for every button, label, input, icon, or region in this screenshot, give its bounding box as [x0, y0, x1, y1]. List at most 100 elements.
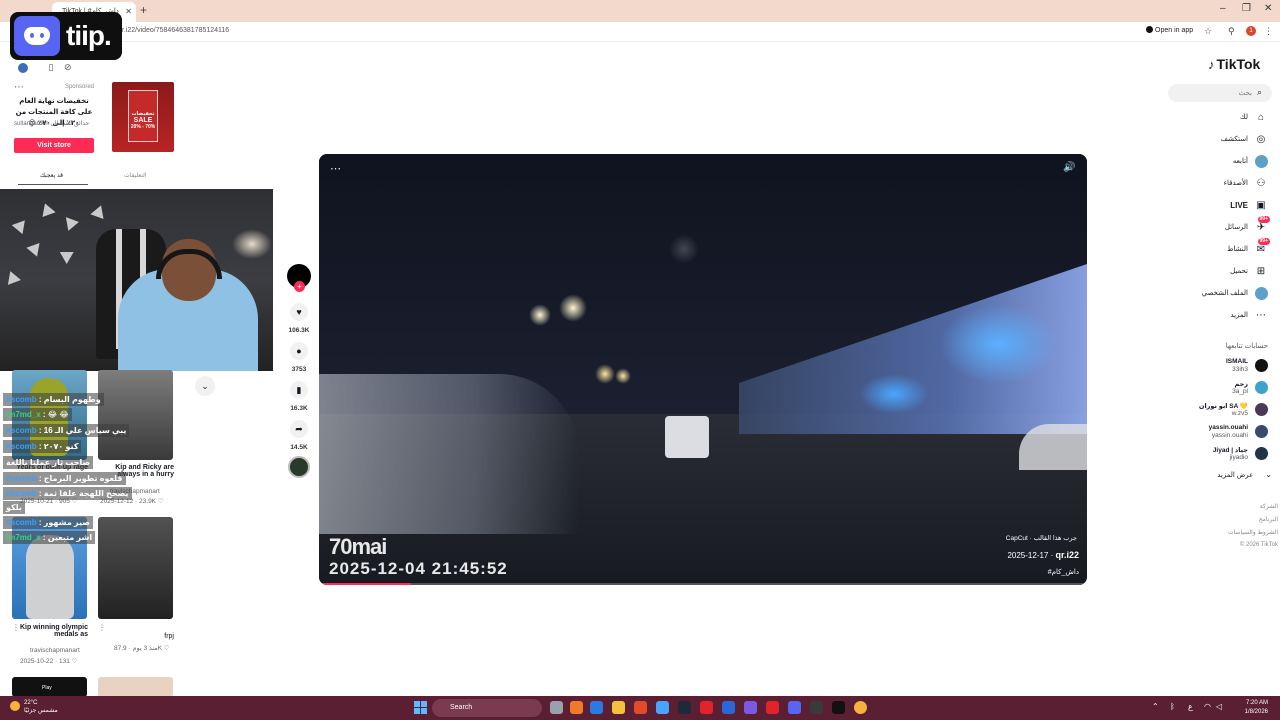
visit-store-button[interactable]: Visit store — [14, 138, 94, 153]
minimize-icon[interactable]: – — [1220, 3, 1226, 14]
video-author[interactable]: qr.i22 — [1055, 550, 1079, 560]
star-icon[interactable]: ☆ — [1204, 26, 1212, 37]
video-thumbnail-6[interactable] — [98, 677, 173, 697]
address-bar: qr.i22/video/7584646381785124116 Open in… — [0, 22, 1280, 42]
chat-message: itscomb : قلعوه تطوير البرماج — [3, 472, 126, 485]
heart-icon[interactable]: ♥ — [290, 303, 308, 321]
video-thumbnail-2[interactable] — [98, 370, 173, 460]
language-icon[interactable]: ع — [1188, 702, 1193, 711]
footer-program[interactable]: البرنامج — [1200, 516, 1278, 523]
search-icon[interactable]: ⌕ — [1257, 87, 1262, 98]
app-icon[interactable] — [722, 701, 735, 714]
app-icon[interactable] — [744, 701, 757, 714]
following-account[interactable]: زحم 3a_pl — [1150, 378, 1272, 398]
activity-icon: ✉ — [1256, 244, 1266, 255]
video-thumbnail-4[interactable] — [98, 517, 173, 619]
sidebar-item-more[interactable]: المزيد ⋯ — [1160, 306, 1272, 326]
footer-company[interactable]: الشركة — [1200, 503, 1278, 510]
tiktok-logo[interactable]: ♪ TikTok — [1208, 56, 1260, 72]
following-account[interactable]: ISMAIL 33ih3 — [1150, 356, 1272, 376]
more-options-icon[interactable]: ⋯ — [330, 162, 341, 175]
taskbar-search[interactable]: Search — [432, 699, 542, 717]
menu-icon[interactable]: ⋮ — [1264, 26, 1273, 37]
tab-comments[interactable]: التعليقات — [124, 172, 147, 179]
volume-icon[interactable]: 🔊 — [1063, 162, 1075, 173]
speaker-icon[interactable]: ◁ — [1216, 702, 1222, 711]
video-progress-bar[interactable] — [319, 583, 1087, 585]
video-meta-4: منذ 3 يوم · 87.9K ♡ — [114, 645, 170, 652]
footer-copyright: © 2026 TikTok — [1239, 542, 1278, 548]
comment-icon[interactable]: ● — [290, 342, 308, 360]
scroll-down-button[interactable]: ⌄ — [195, 376, 215, 396]
app-icon[interactable] — [570, 701, 583, 714]
close-tab-icon[interactable]: ✕ — [125, 2, 132, 22]
sidebar-item-activity[interactable]: النشاط ✉ 99+ — [1160, 238, 1272, 260]
tiktok-icon[interactable] — [832, 701, 845, 714]
discord-icon[interactable] — [788, 701, 801, 714]
file-explorer-icon[interactable] — [612, 701, 625, 714]
ad-image[interactable]: تخفيضات SALE 20% - 70% — [112, 82, 174, 152]
account-name: yassin.ouahi — [1208, 424, 1248, 431]
sidebar-item-friends[interactable]: الأصدقاء ⚇ — [1160, 174, 1272, 194]
app-icon[interactable] — [678, 701, 691, 714]
see-more-button[interactable]: عرض المزيد ⌄ — [1160, 470, 1272, 479]
following-account[interactable]: yassin.ouahi yassin.ouahi — [1150, 422, 1272, 442]
task-view-icon[interactable] — [550, 701, 563, 714]
footer-terms[interactable]: الشروط والسياسات — [1200, 529, 1278, 536]
sidebar-item-messages[interactable]: الرسائل ✈ 99+ — [1160, 216, 1272, 238]
video-caption-4[interactable]: frpj — [98, 633, 174, 640]
sidebar-item-label: الرسائل — [1224, 224, 1248, 231]
more-options-icon[interactable]: ⋮ — [98, 623, 106, 632]
app-icon[interactable] — [810, 701, 823, 714]
app-icon[interactable] — [656, 701, 669, 714]
sidebar-item-explore[interactable]: استكشف ◎ — [1160, 130, 1272, 150]
capcut-template-link[interactable]: CapCut · جرب هذا القالب — [1006, 534, 1077, 542]
sidebar-item-live[interactable]: LIVE ▣ — [1160, 196, 1272, 216]
phone-icon[interactable]: ▯ — [49, 62, 54, 72]
avatar-icon[interactable] — [18, 62, 28, 73]
sidebar-item-upload[interactable]: تحميل ⊞ — [1160, 262, 1272, 282]
share-count: 14.5K — [290, 444, 308, 451]
tray-chevron-icon[interactable]: ⌃ — [1152, 702, 1159, 711]
store-icon[interactable] — [634, 701, 647, 714]
notification-badge[interactable]: 1 — [1246, 26, 1256, 36]
sidebar-item-home[interactable]: لك ⌂ — [1160, 108, 1272, 128]
maximize-icon[interactable]: ❐ — [1242, 3, 1251, 14]
chat-message: itscomb : صير مشهور — [3, 516, 93, 529]
wifi-icon[interactable]: ◠ — [1204, 702, 1211, 711]
block-icon[interactable]: ⊘ — [64, 62, 72, 72]
video-player[interactable]: ⋯ 🔊 70mai 2025-12-04 21:45:52 CapCut · ج… — [319, 154, 1087, 585]
close-window-icon[interactable]: ✕ — [1264, 3, 1272, 14]
video-author-3[interactable]: travischapmanart — [30, 647, 80, 654]
following-account[interactable]: Jiyad | جياد jiyadio — [1150, 444, 1272, 464]
sidebar-item-label: الملف الشخصي — [1201, 290, 1248, 297]
youtube-icon[interactable] — [700, 701, 713, 714]
video-hashtag[interactable]: #داش_كام — [1048, 568, 1079, 576]
taskbar-clock[interactable]: 7:20 AM 1/8/2026 — [1228, 699, 1268, 717]
more-options-icon[interactable]: ⋯ — [14, 82, 24, 93]
url-field[interactable]: qr.i22/video/7584646381785124116 — [118, 27, 229, 34]
bluetooth-icon[interactable]: ᛒ — [1170, 702, 1175, 711]
edge-icon[interactable] — [590, 701, 603, 714]
share-icon[interactable]: ➦ — [290, 420, 308, 438]
bookmark-icon[interactable]: ▮ — [290, 381, 308, 399]
ad-product-box: تخفيضات SALE 20% - 70% — [128, 90, 158, 142]
chrome-icon[interactable] — [854, 701, 867, 714]
open-in-app-button[interactable]: Open in app — [1146, 26, 1193, 34]
new-tab-button[interactable]: + — [140, 3, 147, 17]
more-icon: ⋯ — [1256, 310, 1266, 321]
music-disc-icon[interactable] — [288, 456, 310, 478]
follow-plus-icon[interactable]: + — [294, 281, 305, 292]
sidebar-item-label: أتابعه — [1232, 158, 1248, 165]
lamp-glow — [232, 229, 272, 259]
following-account[interactable]: ابو نوران SA 💛 w.zv5 — [1150, 400, 1272, 420]
extensions-icon[interactable]: ⚲ — [1228, 26, 1235, 37]
sidebar-item-following[interactable]: أتابعه — [1160, 152, 1272, 172]
sidebar-item-profile[interactable]: الملف الشخصي — [1160, 284, 1272, 304]
account-handle: yassin.ouahi — [1211, 432, 1248, 439]
video-thumbnail-5[interactable]: Play — [12, 677, 87, 697]
youtube-icon[interactable] — [766, 701, 779, 714]
windows-start-icon[interactable] — [414, 701, 427, 714]
tab-you-may-like[interactable]: قد يعجبك — [40, 172, 63, 179]
video-caption-3[interactable]: Kip winning olympic medals as — [12, 624, 88, 638]
